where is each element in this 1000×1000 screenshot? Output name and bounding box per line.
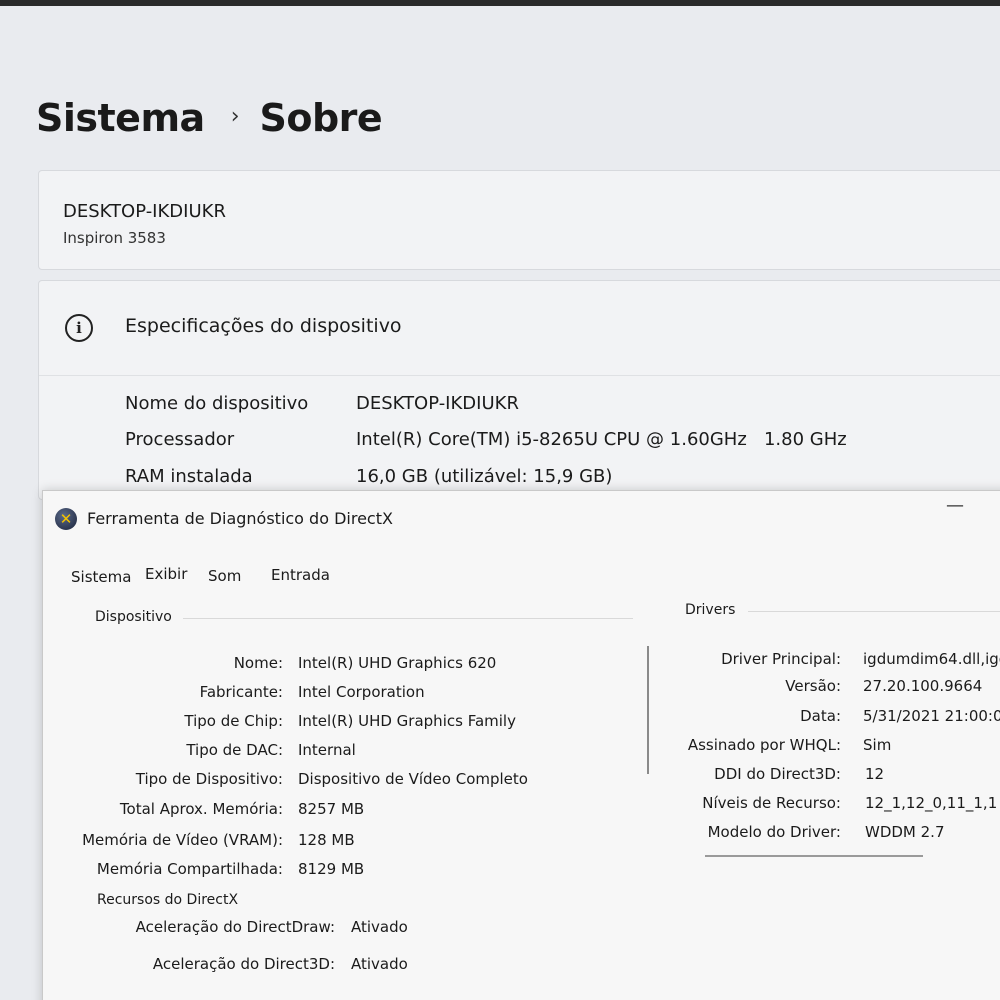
device-label: Tipo de DAC: — [186, 741, 283, 759]
spec-label: Nome do dispositivo — [125, 393, 309, 414]
driver-label: Modelo do Driver: — [707, 823, 841, 841]
group-border — [183, 618, 633, 619]
minimize-button[interactable]: — — [943, 495, 967, 516]
driver-value: 5/31/2021 21:00:00 — [863, 707, 1000, 725]
driver-label: Data: — [800, 707, 841, 725]
spec-value: Intel(R) Core(TM) i5-8265U CPU @ 1.60GHz… — [356, 429, 847, 450]
driver-label: Driver Principal: — [721, 650, 841, 668]
window-title: Ferramenta de Diagnóstico do DirectX — [87, 509, 393, 528]
directx-diagnostic-window: ✕ Ferramenta de Diagnóstico do DirectX —… — [42, 490, 1000, 1000]
device-label: Nome: — [233, 654, 283, 672]
device-label: Memória de Vídeo (VRAM): — [82, 831, 283, 849]
device-label: Tipo de Chip: — [184, 712, 283, 730]
column-divider — [647, 646, 649, 774]
driver-value: igdumdim64.dll,igd1 — [863, 650, 1000, 668]
group-border — [748, 611, 1000, 612]
tab-sistema[interactable]: Sistema — [71, 568, 131, 586]
screen-top-edge — [0, 0, 1000, 6]
spec-label: Processador — [125, 429, 235, 450]
info-icon: i — [65, 314, 93, 342]
spec-row-ram: RAM instalada 16,0 GB (utilizável: 15,9 … — [125, 466, 612, 487]
group-border — [705, 855, 923, 857]
device-value: 8257 MB — [298, 800, 365, 818]
breadcrumb: Sistema › Sobre — [36, 96, 383, 140]
directx-icon: ✕ — [55, 508, 77, 530]
driver-label: Assinado por WHQL: — [687, 736, 841, 754]
device-specifications-header[interactable]: i Especificações do dispositivo — [39, 281, 1000, 376]
drivers-group-label: Drivers — [685, 602, 736, 618]
feature-value: Ativado — [351, 918, 408, 936]
tab-exibir[interactable]: Exibir — [145, 565, 187, 583]
driver-value: 12 — [865, 765, 885, 783]
driver-label: Versão: — [785, 677, 841, 695]
device-label: Fabricante: — [199, 683, 283, 701]
driver-label: DDI do Direct3D: — [714, 765, 841, 783]
tab-entrada[interactable]: Entrada — [271, 566, 330, 584]
device-group-label: Dispositivo — [95, 609, 172, 625]
device-value: Intel Corporation — [298, 683, 425, 701]
device-value: Intel(R) UHD Graphics Family — [298, 712, 516, 730]
spec-value: DESKTOP-IKDIUKR — [356, 393, 519, 414]
feature-label: Aceleração do Direct3D: — [152, 955, 335, 973]
device-value: Intel(R) UHD Graphics 620 — [298, 654, 497, 672]
feature-label: Aceleração do DirectDraw: — [135, 918, 335, 936]
device-name: DESKTOP-IKDIUKR — [63, 201, 226, 222]
device-label: Memória Compartilhada: — [96, 860, 283, 878]
driver-value: 27.20.100.9664 — [863, 677, 983, 695]
spec-row-device-name: Nome do dispositivo DESKTOP-IKDIUKR — [125, 393, 519, 414]
device-model: Inspiron 3583 — [63, 229, 166, 247]
chevron-right-icon: › — [230, 103, 240, 129]
driver-label: Níveis de Recurso: — [702, 794, 841, 812]
device-specifications-title: Especificações do dispositivo — [125, 315, 402, 337]
breadcrumb-system-link[interactable]: Sistema — [36, 96, 205, 140]
device-value: 8129 MB — [298, 860, 365, 878]
feature-value: Ativado — [351, 955, 408, 973]
spec-value: 16,0 GB (utilizável: 15,9 GB) — [356, 466, 613, 487]
driver-value: 12_1,12_0,11_1,1 — [865, 794, 998, 812]
device-value: Internal — [298, 741, 356, 759]
device-value: Dispositivo de Vídeo Completo — [298, 770, 528, 788]
directx-features-group-label: Recursos do DirectX — [97, 892, 239, 908]
device-specifications-panel: i Especificações do dispositivo Nome do … — [38, 280, 1000, 500]
driver-value: Sim — [863, 736, 892, 754]
tab-som[interactable]: Som — [208, 567, 241, 585]
device-value: 128 MB — [298, 831, 355, 849]
device-label: Tipo de Dispositivo: — [135, 770, 283, 788]
spec-label: RAM instalada — [125, 466, 253, 487]
driver-value: WDDM 2.7 — [865, 823, 945, 841]
device-card: DESKTOP-IKDIUKR Inspiron 3583 — [38, 170, 1000, 270]
spec-row-processor: Processador Intel(R) Core(TM) i5-8265U C… — [125, 429, 847, 450]
page-title: Sobre — [259, 96, 383, 140]
device-label: Total Aprox. Memória: — [119, 800, 283, 818]
